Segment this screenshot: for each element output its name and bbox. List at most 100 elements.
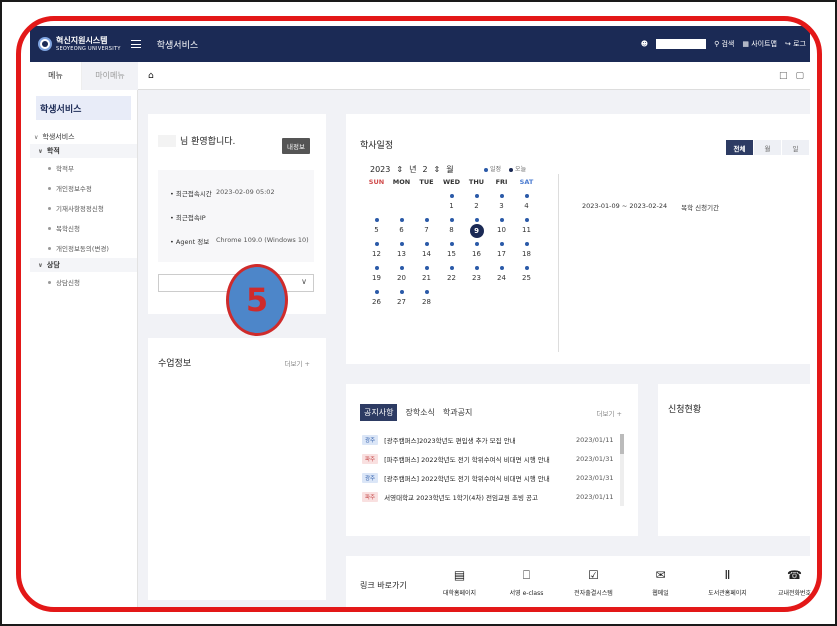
schedule-dot-cell — [489, 190, 514, 202]
month-value[interactable]: 2 — [422, 165, 427, 174]
schedule-dot-cell — [489, 214, 514, 226]
schedule-dot-cell — [389, 190, 414, 202]
tab-department[interactable]: 학과공지 — [443, 407, 472, 418]
notice-list-item[interactable]: 파주 서영대학교 2023학년도 1학기(4차) 전임교원 초빙 공고 2023/0… — [362, 487, 613, 506]
schedule-dot-cell — [439, 286, 464, 298]
calendar-day[interactable]: 15 — [439, 250, 464, 262]
schedule-period-item[interactable]: 2023-01-09 ~ 2023-02-24 복학 신청기간 — [582, 202, 719, 212]
calendar-day[interactable]: 1 — [439, 202, 464, 214]
quick-link-item[interactable]: ☑ 전자출결시스템 — [560, 568, 627, 597]
calendar-day[interactable]: 4 — [514, 202, 539, 214]
calendar-day[interactable]: 2 — [464, 202, 489, 214]
quick-link-item[interactable]: Ⅱ 도서관홈페이지 — [694, 568, 761, 597]
calendar-day[interactable]: 8 — [439, 226, 464, 238]
calendar-day — [439, 298, 464, 310]
calendar-day[interactable]: 14 — [414, 250, 439, 262]
sidebar-item-privacy-consent[interactable]: 개인정보동의(변경) — [30, 238, 137, 258]
calendar-day[interactable]: 26 — [364, 298, 389, 310]
sidebar-group-counsel[interactable]: ∨ 상담 — [30, 258, 137, 272]
calendar-grid: SUN MON TUE WED THU FRI SAT 1 2 3 4 5 6 7 8 9 10 11 12 13 14… — [364, 178, 539, 310]
hamburger-menu-icon[interactable] — [130, 40, 141, 48]
calendar-day[interactable]: 27 — [389, 298, 414, 310]
tab-menu[interactable]: 메뉴 — [30, 61, 82, 90]
tab-scholarship[interactable]: 장학소식 — [405, 407, 434, 418]
quick-link-item[interactable]: ✉ 웹메일 — [627, 568, 694, 597]
calendar-day[interactable]: 7 — [414, 226, 439, 238]
schedule-dot-row — [364, 190, 539, 202]
university-logo[interactable]: 혁신지원시스템 SEOYEONG UNIVERSITY — [38, 36, 121, 52]
calendar-day[interactable]: 22 — [439, 274, 464, 286]
tab-mymenu[interactable]: 마이메뉴 — [82, 61, 138, 90]
schedule-dot-icon — [449, 218, 454, 222]
sidebar-group-academic[interactable]: ∨ 학적 — [30, 144, 137, 158]
weekday-label: THU — [468, 178, 485, 186]
calendar-day[interactable]: 17 — [489, 250, 514, 262]
notice-title: 서영대학교 2023학년도 1학기(4차) 전임교원 초빙 공고 — [384, 493, 538, 502]
schedule-dot-row — [364, 214, 539, 226]
sidebar-item-reinstatement[interactable]: 복학신청 — [30, 218, 137, 238]
calendar-day[interactable]: 19 — [364, 274, 389, 286]
schedule-dot-cell — [389, 238, 414, 250]
calendar-day[interactable]: 28 — [414, 298, 439, 310]
chevron-down-icon: ∨ — [301, 277, 307, 286]
campus-tag: 파주 — [362, 453, 379, 464]
sidebar-item-correction-request[interactable]: 기재사항정정신청 — [30, 198, 137, 218]
home-icon[interactable]: ⌂ — [148, 71, 154, 81]
calendar-day[interactable]: 18 — [514, 250, 539, 262]
calendar-day[interactable]: 13 — [389, 250, 414, 262]
calendar-day[interactable]: 11 — [514, 226, 539, 238]
schedule-dot-icon — [474, 194, 479, 198]
tab-month[interactable]: 월 — [754, 140, 782, 155]
calendar-day[interactable]: 9 — [464, 224, 489, 238]
search-icon: ⚲ — [714, 40, 720, 48]
calendar-day[interactable]: 23 — [464, 274, 489, 286]
logout-button[interactable]: ↪ 로그 — [785, 39, 806, 49]
calendar-day[interactable]: 3 — [489, 202, 514, 214]
month-stepper-icon[interactable]: ⇕ — [434, 165, 441, 174]
calendar-day[interactable]: 25 — [514, 274, 539, 286]
class-info-more-link[interactable]: 더보기 + — [285, 358, 310, 368]
notice-more-link[interactable]: 더보기 + — [597, 408, 622, 418]
sidebar-item-academic-record[interactable]: 학적부 — [30, 158, 137, 178]
schedule-dot-cell — [439, 190, 464, 202]
application-status-card: 신청현황 — [658, 384, 810, 536]
expand-icon[interactable]: ▢ — [795, 71, 804, 81]
sidebar-item-counsel-request[interactable]: 상담신청 — [30, 272, 137, 292]
calendar-week-row: 26 27 28 — [364, 298, 539, 310]
notice-list-item[interactable]: 광주 [광주캠퍼스]2023학년도 편입생 추가 모집 안내 2023/01/11 — [362, 430, 613, 449]
sidebar-item-edit-profile[interactable]: 개인정보수정 — [30, 178, 137, 198]
calendar-day[interactable]: 21 — [414, 274, 439, 286]
notice-list-item[interactable]: 광주 [광주캠퍼스] 2022학년도 전기 학위수여식 비대면 시행 안내 2023… — [362, 468, 613, 487]
year-value[interactable]: 2023 — [370, 165, 390, 174]
schedule-dot-cell — [364, 214, 389, 226]
notice-list-item[interactable]: 파주 [파주캠퍼스] 2022학년도 전기 학위수여식 비대면 시행 안내 2023… — [362, 449, 613, 468]
calendar-day[interactable]: 5 — [364, 226, 389, 238]
last-ip-row: • 최근접속IP — [170, 214, 206, 222]
calendar-day[interactable]: 24 — [489, 274, 514, 286]
weekday-label: MON — [392, 178, 411, 186]
quick-link-item[interactable]: ☎ 교내전화번호 — [761, 568, 828, 597]
user-name-placeholder — [158, 134, 176, 147]
quick-link-item[interactable]: ⎕ 서영 e-class — [493, 568, 560, 597]
calendar-day[interactable]: 20 — [389, 274, 414, 286]
sidebar-item-student-service[interactable]: ∨ 학생서비스 — [30, 130, 137, 144]
sidebar: 학생서비스 ∨ 학생서비스 ∨ 학적 학적부 개인정보수정 기재사항정정신청 복학신… — [30, 90, 138, 610]
search-button[interactable]: ⚲ 검색 — [714, 39, 734, 49]
tab-notice[interactable]: 공지사항 — [360, 404, 398, 421]
schedule-dot-icon — [399, 242, 404, 246]
calendar-day[interactable]: 12 — [364, 250, 389, 262]
user-icon[interactable]: ☻ — [641, 40, 648, 48]
sitemap-button[interactable]: ▦ 사이트맵 — [742, 39, 777, 49]
tab-day[interactable]: 일 — [782, 140, 810, 155]
calendar-day[interactable]: 10 — [489, 226, 514, 238]
calendar-day[interactable]: 6 — [389, 226, 414, 238]
calendar-day[interactable]: 16 — [464, 250, 489, 262]
window-icon[interactable]: □ — [779, 71, 788, 81]
year-stepper-icon[interactable]: ⇕ — [396, 165, 403, 174]
weekday-label: WED — [442, 178, 460, 186]
notice-scrollbar[interactable] — [620, 434, 624, 506]
my-info-button[interactable]: 내정보 — [282, 138, 310, 154]
quick-link-item[interactable]: ▤ 대학홈페이지 — [426, 568, 493, 597]
tab-all[interactable]: 전체 — [726, 140, 754, 155]
chevron-down-icon: ∨ — [38, 261, 43, 269]
